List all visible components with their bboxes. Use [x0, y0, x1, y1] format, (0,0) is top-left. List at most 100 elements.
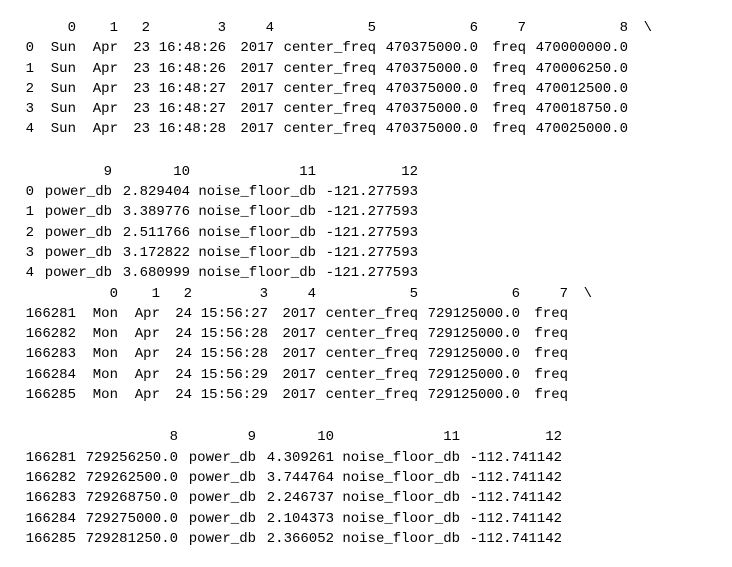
cell-freq-value: 470000000.0 — [528, 38, 630, 58]
cell-center-freq-label: center_freq — [276, 119, 378, 139]
cell-center-freq-value: 729125000.0 — [420, 344, 522, 364]
table-row: 166282729262500.0power_db3.744764noise_f… — [12, 468, 720, 488]
cell-noise-floor-value: -121.277593 — [318, 243, 420, 263]
table-row: 0SunApr2316:48:262017center_freq47037500… — [12, 38, 720, 58]
cell-center-freq-value: 470375000.0 — [378, 38, 480, 58]
cell-dom: 24 — [162, 344, 194, 364]
row-index: 166285 — [12, 385, 78, 405]
cell-day: Sun — [36, 59, 78, 79]
cell-center-freq-label: center_freq — [318, 344, 420, 364]
cell-noise-floor-label: noise_floor_db — [336, 468, 462, 488]
cell-dom: 23 — [120, 99, 152, 119]
cell-dom: 23 — [120, 38, 152, 58]
cell-dom: 23 — [120, 59, 152, 79]
cell-freq-label: freq — [522, 344, 570, 364]
cell-freq-value: 729268750.0 — [78, 488, 180, 508]
col-header-0: 0 — [78, 284, 120, 304]
cell-center-freq-label: center_freq — [276, 38, 378, 58]
cell-power-db-value: 3.389776 — [114, 202, 192, 222]
cell-month: Apr — [120, 324, 162, 344]
row-index: 166284 — [12, 365, 78, 385]
cell-noise-floor-label: noise_floor_db — [336, 448, 462, 468]
cell-dom: 24 — [162, 324, 194, 344]
header-row-d: 89101112 — [12, 427, 720, 447]
col-header-4: 4 — [228, 18, 276, 38]
cell-day: Sun — [36, 99, 78, 119]
cell-noise-floor-label: noise_floor_db — [192, 202, 318, 222]
blank-line — [12, 140, 720, 162]
cell-year: 2017 — [270, 344, 318, 364]
cell-noise-floor-label: noise_floor_db — [336, 529, 462, 549]
cell-day: Mon — [78, 324, 120, 344]
row-index: 2 — [12, 79, 36, 99]
table-row: 166284MonApr2415:56:292017center_freq729… — [12, 365, 720, 385]
col-header-index — [12, 18, 36, 38]
col-header-3: 3 — [194, 284, 270, 304]
col-header-12: 12 — [462, 427, 564, 447]
cell-freq-label: freq — [480, 79, 528, 99]
row-index: 166282 — [12, 468, 78, 488]
cell-time: 15:56:29 — [194, 385, 270, 405]
cell-center-freq-label: center_freq — [318, 365, 420, 385]
table-row: 2SunApr2316:48:272017center_freq47037500… — [12, 79, 720, 99]
cell-year: 2017 — [270, 385, 318, 405]
table-row: 166281MonApr2415:56:272017center_freq729… — [12, 304, 720, 324]
cell-year: 2017 — [270, 365, 318, 385]
header-row-c: 01234567\ — [12, 284, 720, 304]
table-row: 166285729281250.0power_db2.366052noise_f… — [12, 529, 720, 549]
cell-month: Apr — [120, 385, 162, 405]
row-index: 166282 — [12, 324, 78, 344]
cell-center-freq-value: 729125000.0 — [420, 324, 522, 344]
col-header-11: 11 — [336, 427, 462, 447]
cell-center-freq-value: 470375000.0 — [378, 79, 480, 99]
cell-power-db-value: 4.309261 — [258, 448, 336, 468]
cell-noise-floor-label: noise_floor_db — [192, 223, 318, 243]
cell-month: Apr — [78, 119, 120, 139]
cell-power-db-value: 3.680999 — [114, 263, 192, 283]
cell-center-freq-label: center_freq — [318, 324, 420, 344]
cell-freq-value: 729256250.0 — [78, 448, 180, 468]
table-row: 4power_db3.680999noise_floor_db-121.2775… — [12, 263, 720, 283]
cell-time: 16:48:26 — [152, 59, 228, 79]
col-header-index — [12, 162, 36, 182]
cell-power-db-label: power_db — [180, 448, 258, 468]
cell-freq-value: 470018750.0 — [528, 99, 630, 119]
table-row: 3SunApr2316:48:272017center_freq47037500… — [12, 99, 720, 119]
continuation-backslash: \ — [570, 284, 594, 304]
col-header-2: 2 — [162, 284, 194, 304]
cell-center-freq-value: 729125000.0 — [420, 365, 522, 385]
col-header-4: 4 — [270, 284, 318, 304]
cell-day: Sun — [36, 119, 78, 139]
header-row-a: 012345678\ — [12, 18, 720, 38]
row-index: 4 — [12, 119, 36, 139]
col-header-10: 10 — [258, 427, 336, 447]
cell-freq-value: 470006250.0 — [528, 59, 630, 79]
col-header-9: 9 — [36, 162, 114, 182]
cell-month: Apr — [78, 59, 120, 79]
table-row: 166283MonApr2415:56:282017center_freq729… — [12, 344, 720, 364]
col-header-6: 6 — [378, 18, 480, 38]
cell-power-db-label: power_db — [180, 509, 258, 529]
cell-center-freq-label: center_freq — [318, 304, 420, 324]
col-header-2: 2 — [120, 18, 152, 38]
cell-noise-floor-label: noise_floor_db — [336, 509, 462, 529]
cell-freq-value: 729281250.0 — [78, 529, 180, 549]
col-header-9: 9 — [180, 427, 258, 447]
cell-power-db-label: power_db — [36, 202, 114, 222]
cell-time: 15:56:28 — [194, 324, 270, 344]
header-row-b: 9101112 — [12, 162, 720, 182]
table-row: 3power_db3.172822noise_floor_db-121.2775… — [12, 243, 720, 263]
cell-center-freq-value: 470375000.0 — [378, 99, 480, 119]
table-row: 4SunApr2316:48:282017center_freq47037500… — [12, 119, 720, 139]
col-header-1: 1 — [120, 284, 162, 304]
cell-freq-label: freq — [522, 365, 570, 385]
cell-year: 2017 — [228, 99, 276, 119]
row-index: 3 — [12, 99, 36, 119]
cell-time: 15:56:29 — [194, 365, 270, 385]
row-index: 4 — [12, 263, 36, 283]
row-index: 2 — [12, 223, 36, 243]
continuation-backslash: \ — [630, 18, 654, 38]
cell-noise-floor-value: -121.277593 — [318, 202, 420, 222]
cell-dom: 24 — [162, 365, 194, 385]
cell-month: Apr — [120, 365, 162, 385]
